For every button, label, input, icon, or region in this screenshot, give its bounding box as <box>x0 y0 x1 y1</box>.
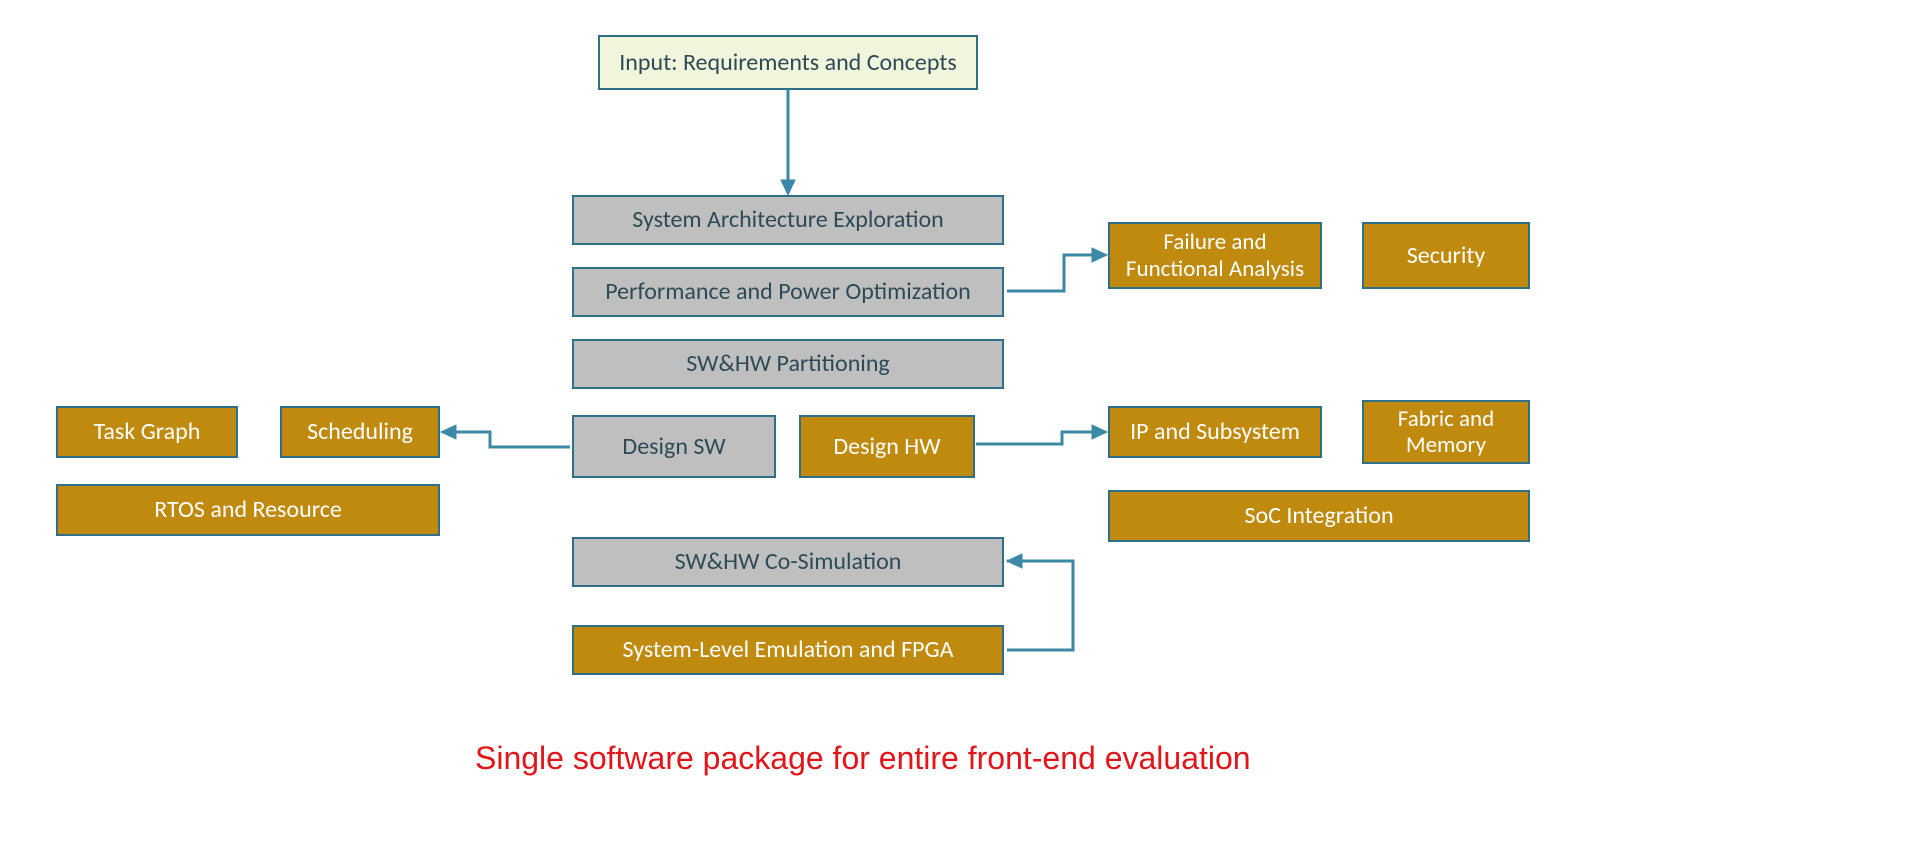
box-part: SW&HW Partitioning <box>572 339 1004 389</box>
box-failure: Failure and Functional Analysis <box>1108 222 1322 289</box>
label-cosim: SW&HW Co-Simulation <box>675 548 902 576</box>
label-ipsub: IP and Subsystem <box>1130 418 1300 446</box>
label-security: Security <box>1407 242 1486 270</box>
box-ip-subsystem: IP and Subsystem <box>1108 406 1322 458</box>
label-soc: SoC Integration <box>1244 502 1393 530</box>
caption: Single software package for entire front… <box>475 740 1251 777</box>
box-taskgraph: Task Graph <box>56 406 238 458</box>
box-rtos: RTOS and Resource <box>56 484 440 536</box>
box-arch: System Architecture Exploration <box>572 195 1004 245</box>
box-scheduling: Scheduling <box>280 406 440 458</box>
box-security: Security <box>1362 222 1530 289</box>
label-input: Input: Requirements and Concepts <box>619 49 957 77</box>
label-emul: System-Level Emulation and FPGA <box>622 636 953 664</box>
box-cosim: SW&HW Co-Simulation <box>572 537 1004 587</box>
label-dsw: Design SW <box>622 433 725 461</box>
label-dhw: Design HW <box>833 433 940 461</box>
label-taskgraph: Task Graph <box>94 418 201 446</box>
label-sched: Scheduling <box>307 418 413 446</box>
diagram-stage: Input: Requirements and Concepts System … <box>0 0 1920 848</box>
label-failure: Failure and Functional Analysis <box>1126 229 1304 282</box>
box-emulation: System-Level Emulation and FPGA <box>572 625 1004 675</box>
label-part: SW&HW Partitioning <box>686 350 889 378</box>
box-fabric: Fabric and Memory <box>1362 400 1530 464</box>
box-design-sw: Design SW <box>572 415 776 478</box>
box-perf: Performance and Power Optimization <box>572 267 1004 317</box>
label-arch: System Architecture Exploration <box>632 206 944 234</box>
label-fabric: Fabric and Memory <box>1398 406 1494 459</box>
label-perf: Performance and Power Optimization <box>605 278 971 306</box>
box-soc: SoC Integration <box>1108 490 1530 542</box>
label-rtos: RTOS and Resource <box>154 496 342 524</box>
box-design-hw: Design HW <box>799 415 975 478</box>
box-input: Input: Requirements and Concepts <box>598 35 978 90</box>
